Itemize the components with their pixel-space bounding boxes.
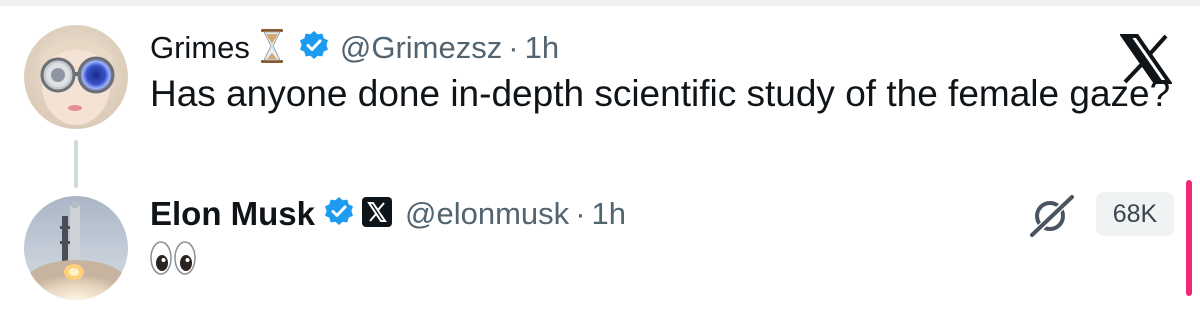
- author-handle[interactable]: @elonmusk: [405, 196, 569, 232]
- tweet-thread-screenshot: Grimes @Grimezsz · 1h Has anyone done in…: [0, 0, 1200, 329]
- elonmusk-avatar[interactable]: [24, 196, 128, 300]
- meta-separator: ·: [508, 30, 519, 65]
- hourglass-icon: [260, 28, 284, 69]
- author-handle[interactable]: @Grimezsz: [340, 30, 502, 66]
- reply-header: Elon Musk @elonmusk · 1h: [150, 190, 626, 238]
- grimes-avatar[interactable]: [24, 25, 128, 129]
- verified-badge-icon[interactable]: [323, 196, 355, 233]
- views-count: 68K: [1112, 199, 1158, 228]
- scroll-indicator[interactable]: [1186, 180, 1192, 296]
- verified-badge-icon[interactable]: [298, 30, 330, 67]
- tweet-text: Has anyone done in-depth scientific stud…: [150, 73, 1171, 114]
- grok-icon[interactable]: [1028, 192, 1076, 238]
- thread-connector-line: [74, 140, 78, 188]
- author-name[interactable]: Grimes: [150, 30, 250, 66]
- top-divider: [0, 0, 1200, 6]
- timestamp[interactable]: 1h: [592, 196, 626, 232]
- x-affiliation-badge-icon[interactable]: [361, 196, 393, 233]
- eyes-emoji: [150, 240, 196, 276]
- meta-separator: ·: [575, 196, 586, 231]
- views-count-badge[interactable]: 68K: [1096, 192, 1174, 236]
- author-name[interactable]: Elon Musk: [150, 195, 315, 233]
- tweet-header: Grimes @Grimezsz · 1h: [150, 22, 559, 74]
- timestamp[interactable]: 1h: [525, 30, 559, 66]
